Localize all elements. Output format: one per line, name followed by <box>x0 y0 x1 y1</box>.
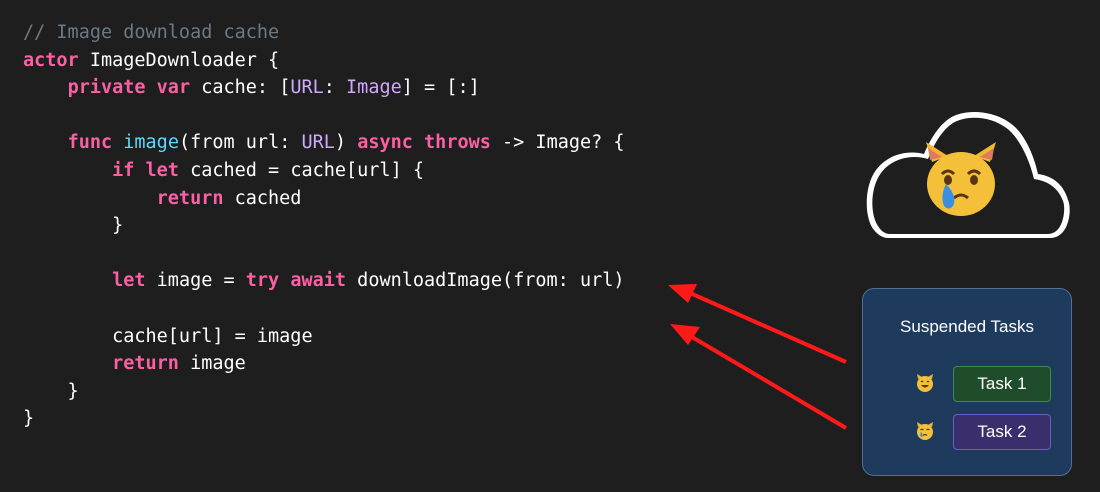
code-token-plain: ) <box>334 132 358 154</box>
arrow-to-await-line <box>689 291 847 364</box>
code-token-keyword: actor <box>23 49 79 71</box>
code-token-keyword: throws <box>424 132 491 154</box>
code-token-keyword: try <box>245 270 280 292</box>
code-line: } <box>23 212 625 240</box>
crying-cat-icon <box>926 142 996 216</box>
code-token-plain: image = <box>145 270 246 292</box>
task-2-button[interactable]: Task 2 <box>953 414 1051 450</box>
code-token-comment: // Image download cache <box>23 22 280 43</box>
code-token-keyword: var <box>156 77 191 99</box>
crying-cat-icon <box>917 422 933 440</box>
arrow-to-cache-line <box>690 335 848 430</box>
code-token-keyword: if <box>112 159 135 181</box>
code-token-keyword: let <box>112 270 146 292</box>
code-line: let image = try await downloadImage(from… <box>23 267 625 295</box>
code-token-type: Image <box>346 77 402 99</box>
code-token-keyword: func <box>67 132 113 154</box>
code-token-plain: } <box>23 215 124 237</box>
code-token-type: URL <box>290 77 324 99</box>
code-token-plain: cached = cache[url] { <box>178 159 424 181</box>
code-token-plain: ImageDownloader { <box>78 49 280 71</box>
code-line: return cached <box>23 185 625 213</box>
code-token-plain: -> Image? { <box>490 132 625 154</box>
code-token-plain: downloadImage(from: url) <box>346 270 625 292</box>
smiling-cat-icon <box>917 374 933 392</box>
code-token-keyword: async <box>357 132 413 154</box>
code-token-plain: } <box>23 408 35 430</box>
code-token-keyword: await <box>290 270 347 292</box>
arrow-head-cache <box>670 324 700 345</box>
code-token-type: URL <box>301 132 335 154</box>
code-line: // Image download cache <box>23 19 625 47</box>
code-line: cache[url] = image <box>23 323 625 351</box>
code-token-plain: } <box>23 380 79 402</box>
suspended-tasks-panel: Suspended Tasks Task 1 Task 2 <box>862 288 1072 476</box>
arrow-head-await <box>668 284 697 303</box>
task-1-button[interactable]: Task 1 <box>953 366 1051 402</box>
code-token-plain: image <box>178 353 246 375</box>
code-token-plain: : <box>323 77 347 99</box>
code-token-plain: cached <box>223 187 302 209</box>
code-block: // Image download cache actor ImageDownlo… <box>23 19 625 433</box>
panel-title: Suspended Tasks <box>900 317 1034 336</box>
code-token-keyword: return <box>112 353 179 375</box>
code-line: actor ImageDownloader { <box>23 47 625 75</box>
code-line: func image(from url: URL) async throws -… <box>23 129 625 157</box>
code-line: private var cache: [URL: Image] = [:] <box>23 74 625 102</box>
code-token-keyword: private <box>67 77 146 99</box>
code-token-plain: ] = [:] <box>401 77 480 99</box>
code-line: } <box>23 378 625 406</box>
code-token-keyword: let <box>145 159 179 181</box>
code-line: } <box>23 405 625 433</box>
code-token-keyword: return <box>156 187 224 209</box>
code-line: return image <box>23 350 625 378</box>
code-token-plain: (from url: <box>178 132 302 154</box>
code-token-func: image <box>123 132 179 154</box>
code-line: if let cached = cache[url] { <box>23 157 625 185</box>
code-token-plain: cache: [ <box>190 77 291 99</box>
code-token-plain: cache[url] = image <box>23 325 313 347</box>
